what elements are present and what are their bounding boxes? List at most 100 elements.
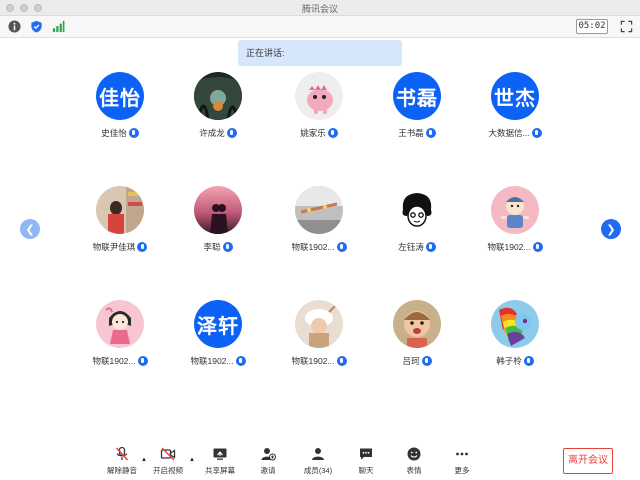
participant-tile[interactable]: 李聪 [173, 186, 263, 276]
info-icon[interactable] [8, 20, 21, 33]
avatar [194, 72, 242, 120]
mic-icon [336, 242, 347, 252]
members-label: 成员(34) [303, 466, 333, 475]
participant-tile[interactable]: 物联1902... [470, 186, 560, 276]
invite-button[interactable]: 邀请 [248, 446, 288, 480]
speaking-indicator: 正在讲话: [238, 40, 402, 66]
participant-name-row: 吕珂 [372, 355, 462, 367]
participant-name-row: 大数据信... [470, 127, 560, 139]
participant-tile[interactable]: 姚家乐 [274, 72, 364, 162]
participant-tile[interactable]: 韩子柃 [470, 300, 560, 390]
participant-tile[interactable]: 书磊 王书磊 [372, 72, 462, 162]
emoji-button[interactable]: 表情 [394, 446, 434, 480]
mic-icon [222, 242, 233, 252]
members-icon [312, 448, 324, 460]
participant-tile[interactable]: 泽轩物联1902... [173, 300, 263, 390]
participant-name-row: 李聪 [173, 241, 263, 253]
participant-tile[interactable]: 物联尹佳琪 [75, 186, 165, 276]
chat-label: 聊天 [358, 466, 374, 475]
control-bar: 解除静音 ▲ 开启视频 ▲ 共享屏幕 邀请 成员(34) 聊天 表情 更多 [0, 440, 640, 480]
participant-name: 物联1902... [291, 242, 335, 252]
participant-tile[interactable]: 物联1902... [274, 186, 364, 276]
emoji-label: 表情 [406, 466, 422, 475]
members-button[interactable]: 成员(34) [298, 446, 338, 480]
participant-tile[interactable]: 吕珂 [372, 300, 462, 390]
participant-name-row: 姚家乐 [274, 127, 364, 139]
avatar [491, 300, 539, 348]
video-options-caret[interactable]: ▲ [188, 456, 196, 464]
avatar [393, 186, 441, 234]
chat-icon [360, 448, 372, 460]
participant-tile[interactable]: 佳怡 史佳怡 [75, 72, 165, 162]
participant-name-row: 许成龙 [173, 127, 263, 139]
share-screen-icon [213, 448, 227, 460]
mic-icon [128, 128, 139, 138]
mic-icon [226, 128, 237, 138]
camera-off-icon [160, 447, 176, 461]
title-bar: 腾讯会议 [0, 0, 640, 16]
participant-name: 姚家乐 [300, 128, 326, 138]
participant-name-row: 史佳怡 [75, 127, 165, 139]
mic-icon [425, 242, 436, 252]
avatar [96, 186, 144, 234]
more-label: 更多 [454, 466, 470, 475]
mic-muted-icon [115, 446, 129, 461]
participant-name-row: 物联1902... [470, 241, 560, 253]
avatar [96, 300, 144, 348]
audio-options-caret[interactable]: ▲ [140, 456, 148, 464]
avatar [295, 300, 343, 348]
mic-icon [327, 128, 338, 138]
participant-name: 左钰涛 [398, 242, 424, 252]
participant-name-row: 韩子柃 [470, 355, 560, 367]
participant-name: 物联1902... [92, 356, 136, 366]
invite-label: 邀请 [260, 466, 276, 475]
invite-user-icon [261, 448, 276, 461]
participant-tile[interactable]: 物联1902... [75, 300, 165, 390]
avatar [295, 72, 343, 120]
mic-icon [235, 356, 246, 366]
mic-icon [531, 128, 542, 138]
leave-meeting-button[interactable]: 离开会议 [563, 448, 613, 474]
avatar [491, 186, 539, 234]
unmute-button[interactable]: 解除静音 [102, 446, 142, 480]
participant-tile[interactable]: 左钰涛 [372, 186, 462, 276]
more-button[interactable]: 更多 [442, 446, 482, 480]
avatar [393, 300, 441, 348]
start-video-button[interactable]: 开启视频 [148, 446, 188, 480]
mic-icon [336, 356, 347, 366]
fullscreen-icon[interactable] [620, 20, 633, 33]
avatar: 世杰 [491, 72, 539, 120]
participant-name-row: 物联1902... [75, 355, 165, 367]
meeting-timer: 05:02 [576, 19, 608, 34]
participant-tile[interactable]: 世杰大数据信... [470, 72, 560, 162]
chevron-left-icon[interactable]: ❮ [20, 219, 40, 239]
chat-button[interactable]: 聊天 [346, 446, 386, 480]
participant-name: 吕珂 [402, 356, 420, 366]
participant-name: 物联尹佳琪 [92, 242, 136, 252]
share-screen-button[interactable]: 共享屏幕 [200, 446, 240, 480]
participant-name: 许成龙 [199, 128, 225, 138]
participant-name-row: 物联尹佳琪 [75, 241, 165, 253]
participant-name: 物联1902... [291, 356, 335, 366]
participant-name-row: 物联1902... [274, 355, 364, 367]
mic-icon [137, 356, 148, 366]
shield-icon[interactable] [30, 20, 43, 33]
chevron-right-icon[interactable]: ❯ [601, 219, 621, 239]
avatar [295, 186, 343, 234]
mic-icon [137, 242, 148, 252]
participant-name: 物联1902... [487, 242, 531, 252]
participant-name: 史佳怡 [101, 128, 127, 138]
avatar [194, 186, 242, 234]
mic-icon [523, 356, 534, 366]
window-title: 腾讯会议 [301, 4, 338, 14]
participant-tile[interactable]: 物联1902... [274, 300, 364, 390]
unmute-label: 解除静音 [107, 466, 137, 475]
share-screen-label: 共享屏幕 [205, 466, 235, 475]
signal-icon[interactable] [52, 20, 65, 33]
avatar: 泽轩 [194, 300, 242, 348]
participant-name-row: 物联1902... [274, 241, 364, 253]
participant-tile[interactable]: 许成龙 [173, 72, 263, 162]
mic-icon [425, 128, 436, 138]
participant-name-row: 左钰涛 [372, 241, 462, 253]
participant-name: 物联1902... [190, 356, 234, 366]
